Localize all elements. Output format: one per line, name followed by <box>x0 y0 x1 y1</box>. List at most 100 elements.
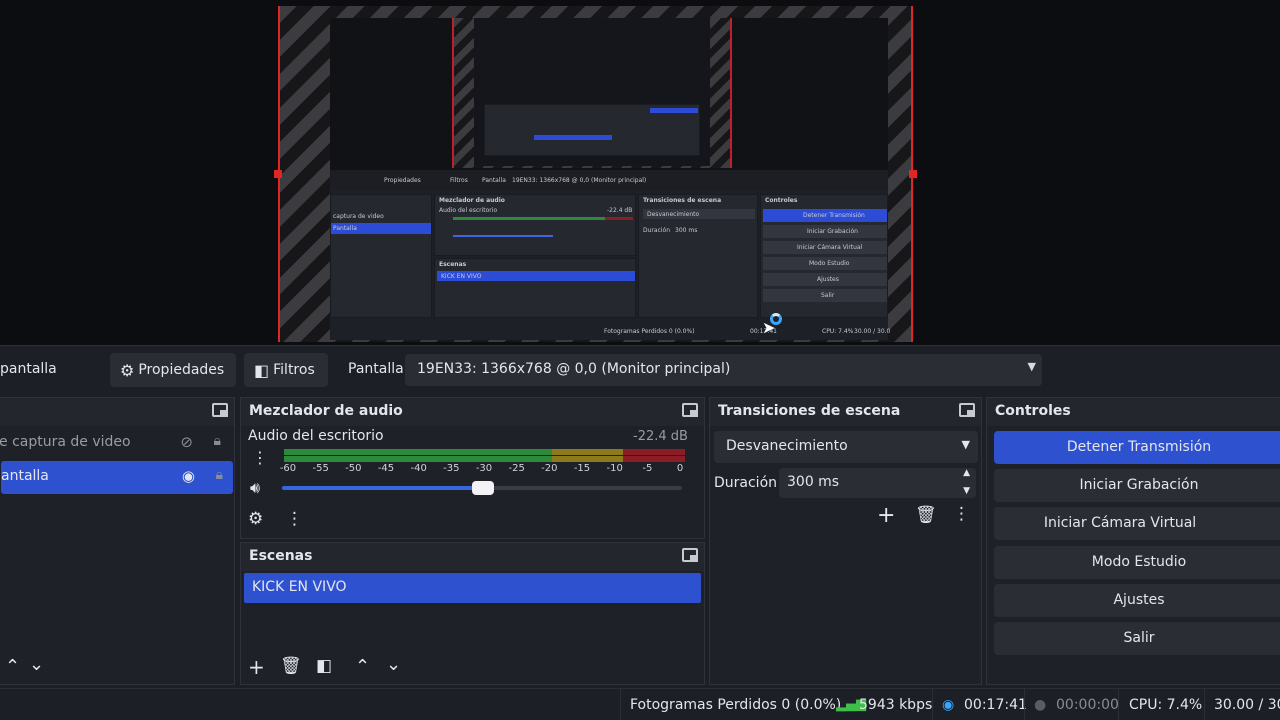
trash-icon[interactable]: 🗑︎ <box>280 656 302 676</box>
bitrate: 5943 kbps <box>859 697 933 713</box>
meter-tick-label: -35 <box>443 463 460 474</box>
mini-vcam: Iniciar Cámara Virtual <box>797 244 863 251</box>
filters-button[interactable]: ◧ Filtros <box>244 353 328 387</box>
channel-menu-icon[interactable]: ⋮ <box>252 448 268 467</box>
meter-tick-label: -55 <box>312 463 329 474</box>
undock-icon[interactable] <box>959 403 975 417</box>
controls-title-text: Controles <box>995 403 1071 419</box>
mini-studio: Modo Estudio <box>809 260 850 267</box>
status-bar: Fotogramas Perdidos 0 (0.0%) ▂▄▆ 5943 kb… <box>0 688 1280 720</box>
mixer-title-text: Mezclador de audio <box>249 403 403 419</box>
resize-handle-right[interactable] <box>909 170 917 178</box>
sources-dock-title <box>0 398 234 426</box>
move-down-icon[interactable]: ⌄ <box>29 654 44 675</box>
eye-hidden-icon[interactable]: ⊘ <box>180 433 193 451</box>
lock-icon[interactable]: 🔒︎ <box>214 433 221 449</box>
meter-yellow <box>552 449 623 455</box>
meter-tick-label: -50 <box>345 463 362 474</box>
add-transition-icon[interactable]: + <box>877 503 895 528</box>
undock-icon[interactable] <box>682 548 698 562</box>
filter-icon[interactable]: ◧ <box>316 656 332 676</box>
chevron-up-icon[interactable]: ▲ <box>963 468 970 478</box>
advanced-audio-gear-icon[interactable]: ⚙ <box>248 509 263 529</box>
meter-green <box>284 449 552 455</box>
properties-label: Propiedades <box>138 362 225 378</box>
mini-settings: Ajustes <box>817 276 839 283</box>
meter-red <box>623 449 685 455</box>
mini-rec: Iniciar Grabación <box>807 228 858 235</box>
source-item-video-capture[interactable]: e captura de video ⊘ 🔒︎ <box>0 427 231 460</box>
chevron-down-icon: ▼ <box>1027 360 1036 373</box>
source-item-pantalla[interactable]: antalla ◉ 🔒︎ <box>1 461 233 494</box>
volume-slider[interactable] <box>282 481 682 495</box>
mixer-menu-icon[interactable]: ⋮ <box>286 509 303 529</box>
meter-tick-label: -30 <box>475 463 493 474</box>
mini-fps: 30.00 / 30.0 <box>854 328 891 335</box>
mini-controls-title: Controles <box>765 197 798 204</box>
controls-title: Controles <box>987 398 1280 426</box>
duration-input[interactable]: 300 ms ▲ ▼ <box>779 468 976 498</box>
record-time: 00:00:00 <box>1056 697 1119 713</box>
display-select[interactable]: 19EN33: 1366x768 @ 0,0 (Monitor principa… <box>405 354 1042 386</box>
speaker-icon[interactable]: 🔊︎ <box>250 478 260 498</box>
meter-tick-label: 0 <box>676 463 684 474</box>
scenes-title-text: Escenas <box>249 548 313 564</box>
add-scene-icon[interactable]: + <box>248 655 265 679</box>
chevron-down-icon[interactable]: ▼ <box>963 486 970 496</box>
undock-icon[interactable] <box>212 403 228 417</box>
preview-canvas[interactable]: Propiedades Filtros Pantalla 19EN33: 136… <box>0 0 1280 345</box>
mini-src1: captura de video <box>333 213 384 220</box>
nested-preview <box>452 18 732 168</box>
selected-source-name: pantalla <box>0 361 57 377</box>
cpu-usage: CPU: 7.4% <box>1129 697 1203 713</box>
meter-tick-label: -5 <box>642 463 653 474</box>
start-virtual-camera-button[interactable]: Iniciar Cámara Virtual <box>994 507 1280 540</box>
mini-meter-red <box>605 217 633 220</box>
mini-sources: captura de video Pantalla <box>330 194 432 318</box>
scene-item[interactable]: KICK EN VIVO <box>244 573 701 603</box>
nested-scene-item <box>534 135 612 140</box>
source-label: e captura de video <box>0 434 131 450</box>
stop-streaming-button[interactable]: Detener Transmisión <box>994 431 1280 464</box>
mixer-title: Mezclador de audio <box>241 398 704 426</box>
mini-desktop-audio: Audio del escritorio <box>439 207 498 214</box>
eye-icon[interactable]: ◉ <box>182 467 195 485</box>
record-icon: ● <box>1034 697 1047 713</box>
meter-ticks: -60 -55 -50 -45 -40 -35 -30 -25 -20 -15 -10 -5 0 <box>280 463 684 477</box>
duration-value: 300 ms <box>787 474 840 490</box>
meter-tick-label: -60 <box>279 463 297 474</box>
trash-icon[interactable]: 🗑︎ <box>915 505 937 525</box>
start-recording-button[interactable]: Iniciar Grabación <box>994 469 1280 502</box>
transitions-title: Transiciones de escena <box>710 398 981 426</box>
mouse-cursor-icon: ➤ <box>762 318 776 337</box>
volume-knob[interactable] <box>472 481 494 495</box>
undock-icon[interactable] <box>682 403 698 417</box>
filters-label: Filtros <box>273 362 315 378</box>
mini-docks: Propiedades Filtros Pantalla 19EN33: 136… <box>330 170 891 340</box>
move-down-icon[interactable]: ⌄ <box>386 654 401 675</box>
mini-controls: Controles Detener Transmisión Iniciar Gr… <box>760 194 888 318</box>
lock-icon[interactable]: 🔒︎ <box>216 467 223 483</box>
move-up-icon[interactable]: ⌃ <box>355 656 370 677</box>
mini-src2: Pantalla <box>333 225 357 232</box>
mini-toolbar: Propiedades Filtros Pantalla 19EN33: 136… <box>330 170 888 190</box>
meter-red-2 <box>623 456 685 462</box>
meter-yellow-2 <box>552 456 623 462</box>
move-up-icon[interactable]: ⌃ <box>5 656 20 677</box>
mini-scenes-title: Escenas <box>439 261 467 268</box>
settings-button[interactable]: Ajustes <box>994 584 1280 617</box>
transition-menu-icon[interactable]: ⋮ <box>953 504 970 524</box>
mini-display-value: 19EN33: 1366x768 @ 0,0 (Monitor principa… <box>512 177 647 184</box>
properties-button[interactable]: ⚙ Propiedades <box>110 353 236 387</box>
meter-tick-label: -20 <box>541 463 558 474</box>
mini-props: Propiedades <box>384 177 421 184</box>
mini-duration: Duración <box>643 227 671 234</box>
fps: 30.00 / 30.00 <box>1214 697 1280 713</box>
exit-button[interactable]: Salir <box>994 622 1280 655</box>
mini-db: -22.4 dB <box>607 207 633 214</box>
source-label: antalla <box>1 468 49 484</box>
transition-select[interactable]: Desvanecimiento ▼ <box>714 431 978 463</box>
source-bounding-box[interactable]: Propiedades Filtros Pantalla 19EN33: 136… <box>278 6 913 342</box>
studio-mode-button[interactable]: Modo Estudio <box>994 546 1280 579</box>
resize-handle-left[interactable] <box>274 170 282 178</box>
